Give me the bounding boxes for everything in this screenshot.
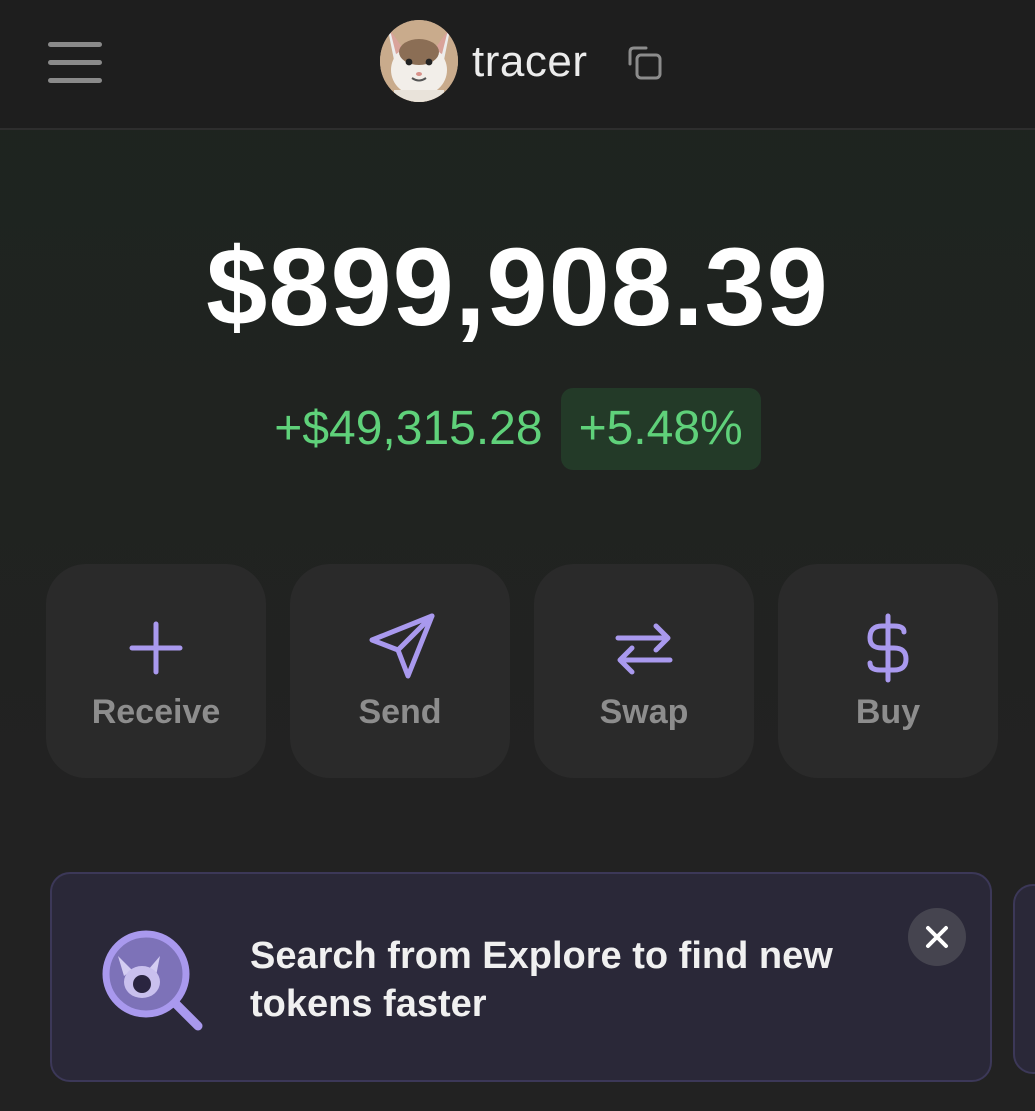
top-bar: tracer <box>0 0 1035 130</box>
swap-button[interactable]: Swap <box>534 564 754 778</box>
swap-arrows-icon <box>615 623 673 675</box>
next-banner-card[interactable] <box>1013 884 1035 1074</box>
change-amount: +$49,315.28 <box>274 402 543 455</box>
portfolio-balance: $899,908.39 <box>206 226 829 349</box>
portfolio-change: +$49,315.28 +5.48% <box>0 388 1035 470</box>
account-name[interactable]: tracer <box>472 36 587 88</box>
send-button[interactable]: Send <box>290 564 510 778</box>
magnifier-cat-icon <box>102 930 203 1031</box>
receive-button[interactable]: Receive <box>46 564 266 778</box>
hamburger-menu-icon[interactable] <box>44 38 106 88</box>
wallet-home-screen: tracer $899,908.39 +$49,315.28 +5.48% Re… <box>0 0 1035 1111</box>
quick-actions: Receive Send Swap Buy <box>46 564 998 778</box>
copy-icon[interactable] <box>626 44 666 84</box>
explore-tip-text: Search from Explore to find new tokens f… <box>250 935 833 1025</box>
swap-label: Swap <box>599 693 689 731</box>
send-icon <box>369 613 435 679</box>
explore-tip-banner[interactable]: Search from Explore to find new tokens f… <box>50 872 992 1082</box>
dollar-icon <box>867 613 909 683</box>
plus-icon <box>129 621 183 675</box>
receive-label: Receive <box>91 693 221 731</box>
avatar[interactable] <box>380 20 458 102</box>
buy-button[interactable]: Buy <box>778 564 998 778</box>
buy-label: Buy <box>855 693 921 731</box>
close-icon[interactable] <box>908 908 966 966</box>
cat-avatar-image <box>380 20 458 102</box>
send-label: Send <box>358 693 442 731</box>
change-percent-badge: +5.48% <box>560 388 761 470</box>
